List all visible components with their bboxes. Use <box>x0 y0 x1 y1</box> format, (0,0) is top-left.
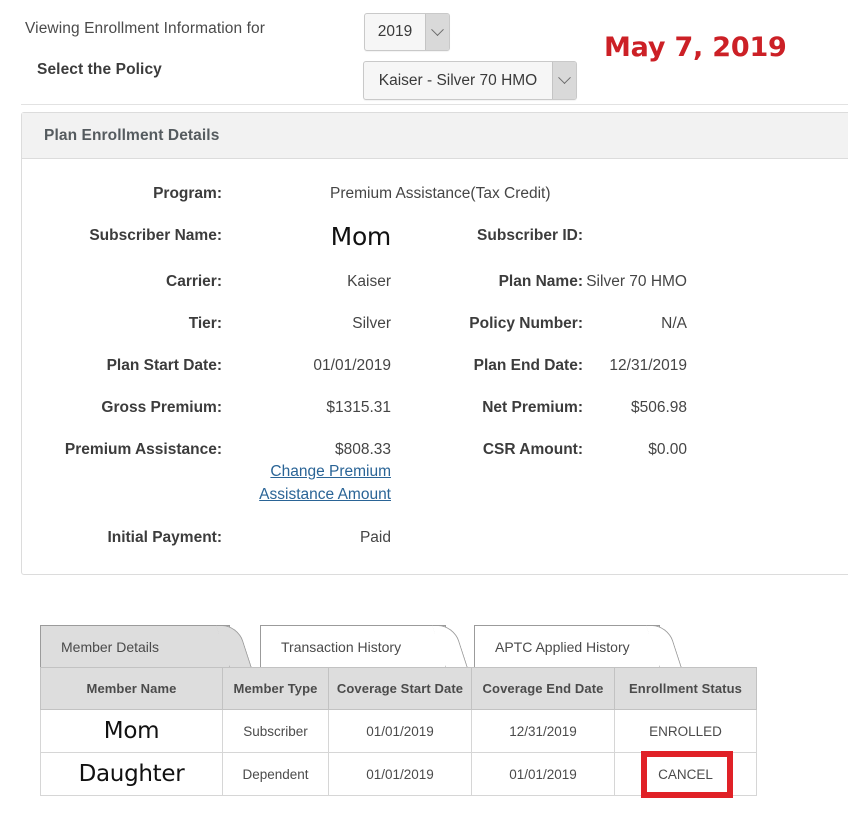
year-select-arrow-button[interactable] <box>425 14 449 50</box>
plan-end-date-value: 12/31/2019 <box>609 357 687 374</box>
cell-member-type: Dependent <box>222 752 329 796</box>
program-label: Program: <box>153 185 222 202</box>
enrollment-page: Viewing Enrollment Information for Selec… <box>0 0 848 815</box>
policy-number-value: N/A <box>661 315 687 332</box>
member-tabs: Member Details Transaction History APTC … <box>40 625 740 668</box>
detail-row-premium-assistance: Premium Assistance: $808.33 Change Premi… <box>22 439 848 506</box>
tab-edge-shape <box>216 625 252 668</box>
detail-row-initial-payment: Initial Payment: Paid <box>22 527 848 548</box>
initial-payment-value: Paid <box>359 529 391 546</box>
subscriber-name-value-wrap: Mom <box>222 222 403 251</box>
panel-title: Plan Enrollment Details <box>44 126 220 144</box>
premium-assistance-label: Premium Assistance: <box>64 441 222 458</box>
premium-assistance-value-wrap: $808.33 Change Premium Assistance Amount <box>222 439 403 506</box>
plan-name-value: Silver 70 HMO <box>586 273 687 290</box>
subscriber-name-value: Mom <box>330 222 392 251</box>
subscriber-name-label: Subscriber Name: <box>89 227 222 244</box>
detail-row-subscriber: Subscriber Name: Mom Subscriber ID: <box>22 222 848 251</box>
carrier-value: Kaiser <box>347 273 391 290</box>
select-policy-label: Select the Policy <box>37 61 162 78</box>
tab-edge-shape <box>432 625 468 668</box>
initial-payment-label: Initial Payment: <box>107 529 222 546</box>
cell-coverage-end-date: 01/01/2019 <box>471 752 615 796</box>
tab-member-details-label: Member Details <box>61 638 160 655</box>
year-select[interactable]: 2019 <box>364 13 450 51</box>
member-details-table: Member Name Member Type Coverage Start D… <box>40 667 757 796</box>
cell-member-name: Daughter <box>40 752 223 796</box>
table-row[interactable]: Daughter Dependent 01/01/2019 01/01/2019… <box>40 752 757 796</box>
chevron-down-icon <box>431 22 444 36</box>
plan-name-label: Plan Name: <box>498 273 583 290</box>
column-header-coverage-start-date: Coverage Start Date <box>328 667 472 710</box>
policy-number-label: Policy Number: <box>469 315 583 332</box>
viewing-enrollment-label: Viewing Enrollment Information for <box>25 20 266 37</box>
header-divider <box>21 104 848 105</box>
tab-transaction-history-label: Transaction History <box>281 638 402 655</box>
detail-row-gross-premium: Gross Premium: $1315.31 Net Premium: $50… <box>22 397 848 418</box>
policy-select-value: Kaiser - Silver 70 HMO <box>378 71 538 89</box>
panel-header: Plan Enrollment Details <box>22 113 848 159</box>
gross-premium-label: Gross Premium: <box>101 399 222 416</box>
column-header-coverage-end-date: Coverage End Date <box>471 667 615 710</box>
premium-assistance-value: $808.33 <box>334 441 391 458</box>
cell-enrollment-status: CANCEL <box>614 752 757 796</box>
plan-end-date-label: Plan End Date: <box>473 357 583 374</box>
tier-value: Silver <box>352 315 391 332</box>
column-header-enrollment-status: Enrollment Status <box>614 667 757 710</box>
cell-member-name: Mom <box>40 709 223 753</box>
chevron-down-icon <box>558 71 571 85</box>
cell-enrollment-status: ENROLLED <box>614 709 757 753</box>
tab-aptc-applied-history[interactable]: APTC Applied History <box>474 625 682 668</box>
year-select-value: 2019 <box>377 23 413 40</box>
plan-start-date-label: Plan Start Date: <box>106 357 222 374</box>
carrier-label: Carrier: <box>166 273 222 290</box>
enrollment-selector-bar: Viewing Enrollment Information for Selec… <box>0 0 848 104</box>
tier-label: Tier: <box>188 315 222 332</box>
tab-edge-shape <box>646 625 682 668</box>
change-premium-assistance-link[interactable]: Change Premium Assistance Amount <box>222 460 391 506</box>
cell-coverage-end-date: 12/31/2019 <box>471 709 615 753</box>
tab-transaction-history[interactable]: Transaction History <box>260 625 468 668</box>
cell-member-type: Subscriber <box>222 709 329 753</box>
tab-member-details[interactable]: Member Details <box>40 625 252 668</box>
column-header-member-type: Member Type <box>222 667 329 710</box>
plan-enrollment-details-panel: Plan Enrollment Details Program: Premium… <box>21 112 848 575</box>
policy-select-arrow-button[interactable] <box>552 62 576 99</box>
csr-amount-value: $0.00 <box>648 441 687 458</box>
table-header-row: Member Name Member Type Coverage Start D… <box>40 667 757 710</box>
net-premium-value: $506.98 <box>630 399 687 416</box>
cell-coverage-start-date: 01/01/2019 <box>328 709 472 753</box>
tab-aptc-applied-history-label: APTC Applied History <box>495 638 630 655</box>
cell-coverage-start-date: 01/01/2019 <box>328 752 472 796</box>
detail-row-program: Program: Premium Assistance(Tax Credit) <box>22 183 848 204</box>
plan-start-date-value: 01/01/2019 <box>313 357 391 374</box>
detail-row-carrier: Carrier: Kaiser Plan Name: Silver 70 HMO <box>22 271 848 292</box>
subscriber-id-label: Subscriber ID: <box>477 227 583 244</box>
policy-select[interactable]: Kaiser - Silver 70 HMO <box>363 61 577 100</box>
column-header-member-name: Member Name <box>40 667 223 710</box>
program-value: Premium Assistance(Tax Credit) <box>330 185 551 202</box>
table-row[interactable]: Mom Subscriber 01/01/2019 12/31/2019 ENR… <box>40 709 757 753</box>
date-annotation: May 7, 2019 <box>604 32 787 63</box>
panel-body: Program: Premium Assistance(Tax Credit) … <box>22 159 848 574</box>
detail-row-plan-dates: Plan Start Date: 01/01/2019 Plan End Dat… <box>22 355 848 376</box>
detail-row-tier: Tier: Silver Policy Number: N/A <box>22 313 848 334</box>
net-premium-label: Net Premium: <box>482 399 583 416</box>
csr-amount-label: CSR Amount: <box>482 441 583 458</box>
gross-premium-value: $1315.31 <box>326 399 391 416</box>
